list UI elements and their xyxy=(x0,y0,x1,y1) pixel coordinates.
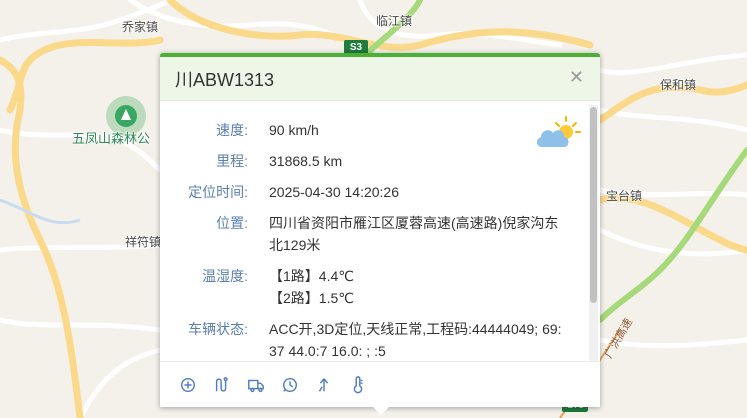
info-row-position: 位置: 四川省资阳市雁江区厦蓉高速(高速路)倪家沟东北129米 xyxy=(160,212,588,256)
partly-cloudy-icon xyxy=(534,115,582,156)
mileage-label: 里程: xyxy=(216,153,248,169)
info-row-status: 车辆状态: ACC开,3D定位,天线正常,工程码:44444049; 69:37… xyxy=(160,318,588,362)
track-icon[interactable] xyxy=(205,370,239,400)
map-label-linjiang: 临江镇 xyxy=(376,14,413,28)
popup-toolbar xyxy=(160,361,600,407)
temperature-label: 温湿度: xyxy=(202,268,248,284)
position-value: 四川省资阳市雁江区厦蓉高速(高速路)倪家沟东北129米 xyxy=(269,215,559,253)
info-row-mileage: 里程: 31868.5 km xyxy=(160,150,588,172)
popup-body[interactable]: 速度: 90 km/h 里程: 31868.5 km 定位时间: 2025-04… xyxy=(160,105,588,365)
thermometer-icon[interactable] xyxy=(341,370,375,400)
locate-plus-icon[interactable] xyxy=(171,370,205,400)
mileage-value: 31868.5 km xyxy=(269,153,343,169)
speed-label: 速度: xyxy=(216,122,248,138)
map-label-qiaojia: 乔家镇 xyxy=(122,20,159,34)
temperature-channel-1: 【1路】4.4℃ xyxy=(269,268,354,284)
map-label-baotai: 宝台镇 xyxy=(606,189,643,203)
truck-icon[interactable] xyxy=(239,370,273,400)
popup-pointer xyxy=(373,407,389,415)
location-time-label: 定位时间: xyxy=(188,184,248,200)
temperature-channel-2: 【2路】1.5℃ xyxy=(269,290,354,306)
direction-arrow-icon[interactable] xyxy=(307,370,341,400)
vehicle-status-value: ACC开,3D定位,天线正常,工程码:44444049; 69:37 44.0:… xyxy=(269,321,562,359)
vehicle-status-label: 车辆状态: xyxy=(188,321,248,337)
vehicle-info-popup: 川ABW1313 ✕ 速度: 90 km/h 里程: 31868.5 km 定位… xyxy=(160,53,600,415)
close-icon[interactable]: ✕ xyxy=(569,68,584,86)
popup-scrollbar-thumb[interactable] xyxy=(590,107,597,303)
temperature-values: 【1路】4.4℃ 【2路】1.5℃ xyxy=(248,265,568,309)
info-row-temperature: 温湿度: 【1路】4.4℃ 【2路】1.5℃ xyxy=(160,265,588,309)
popup-header: 川ABW1313 ✕ xyxy=(160,57,600,101)
map-label-xiangfu: 祥符镇 xyxy=(125,235,162,249)
map-label-wufengshan: 五凤山森林公 xyxy=(72,131,151,146)
location-time-value: 2025-04-30 14:20:26 xyxy=(269,184,399,200)
info-row-speed: 速度: 90 km/h xyxy=(160,119,588,141)
popup-scrollbar[interactable] xyxy=(589,105,598,367)
map-label-baohe: 保和镇 xyxy=(660,78,697,92)
history-clock-icon[interactable] xyxy=(273,370,307,400)
speed-value: 90 km/h xyxy=(269,122,319,138)
position-label: 位置: xyxy=(216,215,248,231)
info-row-time: 定位时间: 2025-04-30 14:20:26 xyxy=(160,181,588,203)
vehicle-plate-title: 川ABW1313 xyxy=(175,69,275,90)
